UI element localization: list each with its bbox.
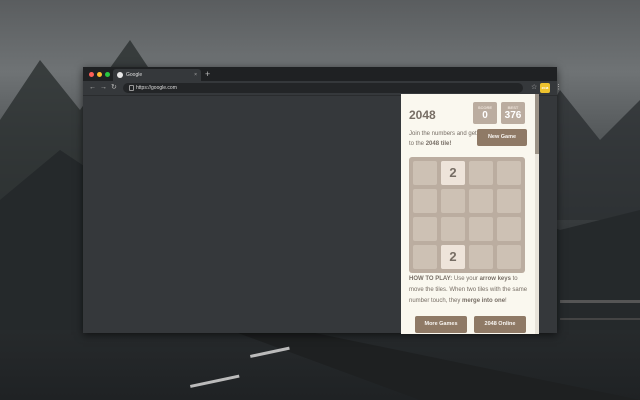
howto-part-3: ! bbox=[505, 298, 507, 304]
grid-cell bbox=[497, 161, 521, 185]
game-title: 2048 bbox=[409, 108, 436, 122]
grid-cell bbox=[469, 189, 493, 213]
best-box: BEST 376 bbox=[501, 102, 525, 124]
grid-cell bbox=[413, 217, 437, 241]
back-icon[interactable]: ← bbox=[89, 81, 96, 95]
extension-popup-2048: 2048 SCORE 0 BEST 376 Join the numbers a… bbox=[401, 94, 535, 334]
score-value: 0 bbox=[482, 110, 488, 121]
address-bar[interactable]: https://google.com bbox=[123, 83, 523, 93]
best-value: 376 bbox=[504, 110, 522, 121]
maximize-window-icon[interactable] bbox=[105, 72, 110, 77]
grid-cell bbox=[413, 161, 437, 185]
grid-cell bbox=[469, 161, 493, 185]
lock-icon bbox=[129, 85, 134, 91]
close-window-icon[interactable] bbox=[89, 72, 94, 77]
url-text: https://google.com bbox=[136, 85, 177, 91]
new-tab-button[interactable]: + bbox=[205, 67, 210, 81]
grid-cell bbox=[469, 217, 493, 241]
grid-cell bbox=[469, 245, 493, 269]
minimize-window-icon[interactable] bbox=[97, 72, 102, 77]
new-game-button[interactable]: New Game bbox=[477, 129, 527, 146]
forward-icon[interactable]: → bbox=[100, 81, 107, 95]
grid-cell bbox=[413, 245, 437, 269]
intro-text: Join the numbers and get to the 2048 til… bbox=[409, 129, 477, 149]
howto-label: HOW TO PLAY: bbox=[409, 276, 453, 282]
browser-menu-icon[interactable]: ⋮ bbox=[555, 81, 562, 95]
grid-cell bbox=[497, 245, 521, 269]
bookmark-star-icon[interactable]: ☆ bbox=[531, 81, 537, 95]
how-to-play-text: HOW TO PLAY: Use your arrow keys to move… bbox=[409, 274, 529, 307]
title-bar: Google × + bbox=[83, 67, 557, 81]
more-games-button[interactable]: More Games bbox=[415, 316, 467, 333]
reload-icon[interactable]: ↻ bbox=[111, 81, 117, 95]
score-box: SCORE 0 bbox=[473, 102, 497, 124]
tile: 2 bbox=[441, 245, 465, 269]
2048-online-button[interactable]: 2048 Online bbox=[474, 316, 526, 333]
google-favicon-icon bbox=[117, 72, 123, 78]
game-board[interactable]: 2 2 bbox=[409, 157, 525, 273]
grid-cell bbox=[497, 189, 521, 213]
howto-merge: merge into one bbox=[462, 298, 506, 304]
popup-scrollbar[interactable] bbox=[535, 94, 539, 334]
grid-cell bbox=[441, 217, 465, 241]
browser-tab[interactable]: Google × bbox=[113, 69, 201, 81]
grid-cell bbox=[497, 217, 521, 241]
scrollbar-thumb[interactable] bbox=[535, 94, 539, 154]
howto-keys: arrow keys bbox=[479, 276, 511, 282]
intro-bold: 2048 tile! bbox=[425, 141, 452, 147]
tab-title: Google bbox=[126, 72, 143, 78]
tile: 2 bbox=[441, 161, 465, 185]
extension-2048-icon[interactable]: 2048 bbox=[540, 83, 550, 93]
grid-cell bbox=[413, 189, 437, 213]
tab-close-icon[interactable]: × bbox=[194, 69, 197, 81]
howto-part-1: Use your bbox=[452, 276, 480, 282]
grid-cell bbox=[441, 189, 465, 213]
